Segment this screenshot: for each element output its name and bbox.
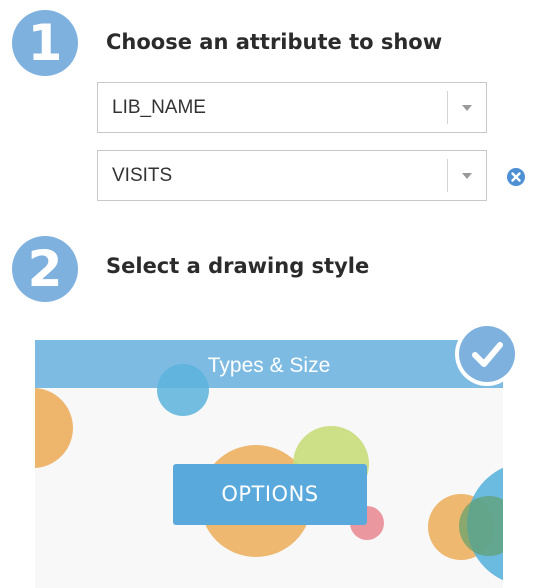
- select-divider: [447, 91, 448, 124]
- step-1-title: Choose an attribute to show: [106, 30, 443, 54]
- selected-badge: [455, 322, 519, 386]
- step-2-title: Select a drawing style: [106, 254, 370, 278]
- select-divider: [447, 159, 448, 192]
- attribute-select-2[interactable]: VISITS: [97, 150, 487, 201]
- attribute-select-1-value: LIB_NAME: [112, 97, 206, 118]
- options-button[interactable]: OPTIONS: [173, 464, 367, 525]
- step-2-badge: 2: [12, 236, 78, 302]
- close-circle-icon[interactable]: [507, 168, 525, 186]
- chevron-down-icon[interactable]: [462, 173, 472, 179]
- attribute-select-1[interactable]: LIB_NAME: [97, 82, 487, 133]
- style-card-header: Types & Size: [35, 340, 503, 388]
- preview-bubble: [157, 364, 209, 416]
- attribute-select-2-value: VISITS: [112, 165, 173, 186]
- step-1-badge: 1: [12, 10, 78, 76]
- preview-bubble: [35, 388, 73, 468]
- checkmark-icon: [459, 326, 515, 382]
- drawing-style-card[interactable]: Types & Size OPTIONS: [35, 340, 503, 588]
- chevron-down-icon[interactable]: [462, 105, 472, 111]
